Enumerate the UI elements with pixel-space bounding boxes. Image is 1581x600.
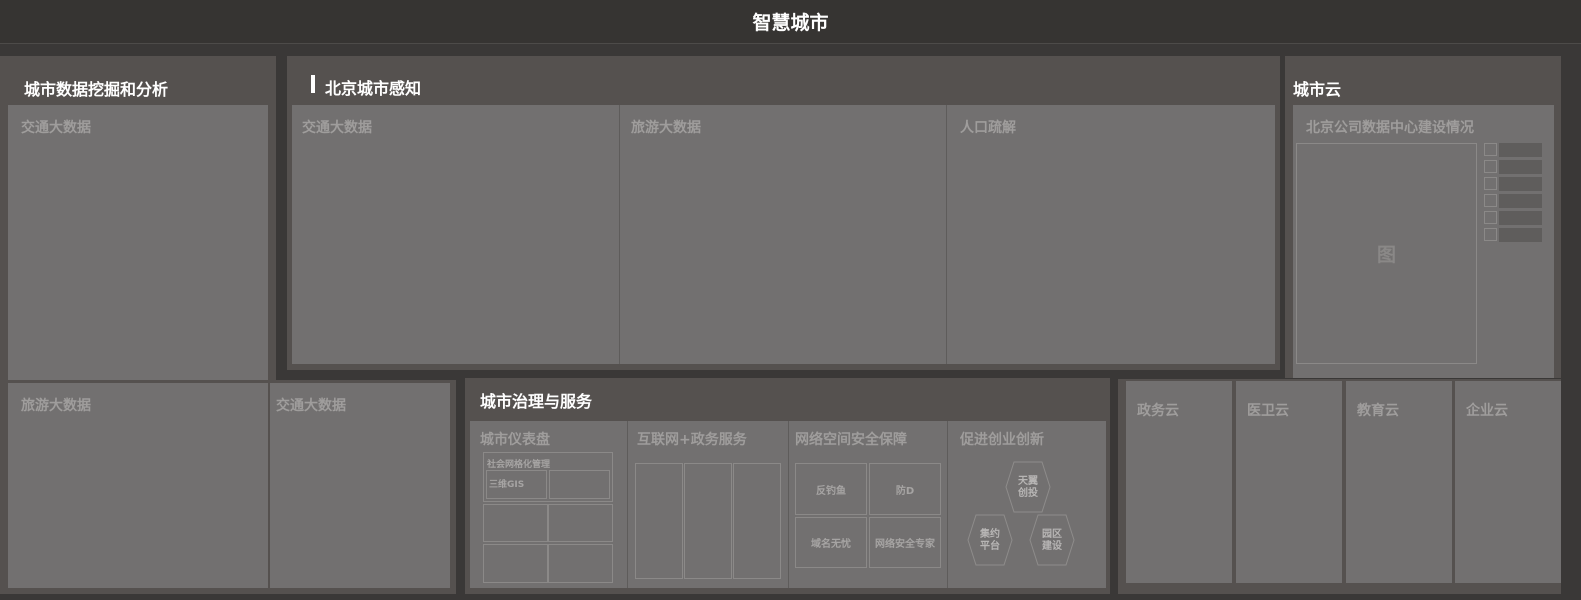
- legend-bar: [1499, 143, 1542, 157]
- governance-panel: 城市治理与服务 城市仪表盘 社会网格化管理 三维GIS 互联网+政务服务 网络空…: [465, 378, 1110, 594]
- medical-cloud-card[interactable]: 医卫云: [1236, 381, 1342, 583]
- beijing-perception-title: 北京城市感知: [325, 79, 422, 98]
- cyber-security-title[interactable]: 网络空间安全保障: [795, 429, 907, 449]
- security-expert-label: 网络安全专家: [875, 539, 935, 550]
- grid-management-box[interactable]: 社会网格化管理 三维GIS: [483, 452, 613, 502]
- hex-yuanqu-line1: 园区: [1042, 528, 1062, 540]
- anti-ddos-label: 防D: [895, 485, 915, 497]
- legend-item[interactable]: [1484, 211, 1546, 225]
- tourism-data-card[interactable]: 旅游大数据: [8, 383, 268, 588]
- dashboard-grid-cell[interactable]: [548, 504, 613, 542]
- legend-swatch: [1484, 211, 1497, 224]
- divider: [788, 421, 789, 588]
- title-accent-bar: [311, 75, 315, 93]
- traffic-data-card[interactable]: 交通大数据: [8, 105, 268, 380]
- divider: [627, 421, 628, 588]
- tourism-data-title: 旅游大数据: [21, 398, 91, 414]
- anti-phishing-cell[interactable]: 反钓鱼: [795, 463, 867, 515]
- traffic-data-title: 交通大数据: [21, 120, 91, 136]
- legend-item[interactable]: [1484, 160, 1546, 174]
- legend-item[interactable]: [1484, 228, 1546, 242]
- gov-cloud-title: 政务云: [1137, 403, 1179, 419]
- datacenter-title: 北京公司数据中心建设情况: [1306, 120, 1474, 136]
- enterprise-cloud-card[interactable]: 企业云: [1455, 381, 1561, 583]
- internet-service-column[interactable]: [684, 463, 732, 579]
- hex-tianyi-line2: 创投: [1017, 486, 1038, 499]
- divider: [946, 105, 947, 364]
- data-mining-title: 城市数据挖掘和分析: [24, 80, 169, 99]
- divider: [619, 105, 620, 364]
- enterprise-cloud-title: 企业云: [1466, 403, 1508, 419]
- datacenter-chart[interactable]: 图: [1296, 143, 1477, 364]
- hex-jiyue-line1: 集约: [979, 527, 1000, 540]
- chart-placeholder: 图: [1376, 244, 1396, 266]
- city-cloud-panel: 城市云 北京公司数据中心建设情况 图: [1285, 56, 1561, 378]
- dashboard-title[interactable]: 城市仪表盘: [480, 429, 550, 449]
- grid-management-label: 社会网格化管理: [487, 460, 551, 470]
- legend-swatch: [1484, 228, 1497, 241]
- legend-swatch: [1484, 160, 1497, 173]
- governance-body: 城市仪表盘 社会网格化管理 三维GIS 互联网+政务服务 网络空间安全保障 反钓…: [470, 421, 1106, 588]
- innovation-title[interactable]: 促进创业创新: [960, 429, 1044, 449]
- datacenter-legend: [1484, 143, 1546, 245]
- domain-worry-free-cell[interactable]: 域名无忧: [795, 517, 867, 568]
- gis-label: 三维GIS: [489, 480, 525, 490]
- anti-phishing-label: 反钓鱼: [816, 485, 846, 497]
- divider: [947, 421, 948, 588]
- legend-swatch: [1484, 194, 1497, 207]
- beijing-perception-body: 交通大数据 旅游大数据 人口疏解: [292, 105, 1275, 364]
- legend-item[interactable]: [1484, 194, 1546, 208]
- legend-swatch: [1484, 143, 1497, 156]
- beijing-col-tourism[interactable]: 旅游大数据: [631, 117, 701, 137]
- traffic-data-title-2: 交通大数据: [276, 398, 346, 414]
- hex-tianyi-line1: 天翼: [1018, 475, 1038, 487]
- legend-bar: [1499, 211, 1542, 225]
- page-title: 智慧城市: [752, 12, 829, 34]
- data-mining-lower-panel: 旅游大数据 交通大数据: [0, 380, 456, 594]
- dashboard-grid-cell[interactable]: [549, 470, 610, 499]
- internet-service-title[interactable]: 互联网+政务服务: [637, 429, 747, 449]
- gov-cloud-card[interactable]: 政务云: [1126, 381, 1232, 583]
- legend-bar: [1499, 194, 1542, 208]
- anti-ddos-cell[interactable]: 防D: [869, 463, 941, 515]
- legend-item[interactable]: [1484, 143, 1546, 157]
- beijing-col-population[interactable]: 人口疏解: [960, 117, 1016, 137]
- dashboard-grid-cell[interactable]: [483, 504, 548, 542]
- dashboard-grid-cell[interactable]: [483, 544, 548, 583]
- governance-title: 城市治理与服务: [480, 392, 593, 411]
- innovation-hex-diagram: 天翼 创投 集约 平台 园区 建设: [967, 461, 1075, 566]
- hex-yuanqu-line2: 建设: [1041, 539, 1062, 552]
- data-mining-panel: 城市数据挖掘和分析 交通大数据: [0, 56, 276, 380]
- medical-cloud-title: 医卫云: [1247, 403, 1289, 419]
- beijing-col-traffic[interactable]: 交通大数据: [302, 117, 372, 137]
- education-cloud-title: 教育云: [1357, 403, 1399, 419]
- legend-bar: [1499, 160, 1542, 174]
- gis-cell[interactable]: 三维GIS: [486, 470, 547, 499]
- traffic-data-card-2[interactable]: 交通大数据: [270, 383, 450, 588]
- internet-service-column[interactable]: [733, 463, 781, 579]
- education-cloud-card[interactable]: 教育云: [1346, 381, 1452, 583]
- cloud-types-panel: 政务云 医卫云 教育云 企业云: [1118, 379, 1561, 594]
- domain-worry-free-label: 域名无忧: [811, 539, 851, 550]
- legend-bar: [1499, 177, 1542, 191]
- legend-item[interactable]: [1484, 177, 1546, 191]
- app-header: 智慧城市: [0, 0, 1581, 44]
- beijing-perception-panel: 北京城市感知 交通大数据 旅游大数据 人口疏解: [287, 56, 1280, 370]
- internet-service-column[interactable]: [635, 463, 683, 579]
- hex-jiyue[interactable]: 集约 平台: [967, 514, 1013, 566]
- legend-swatch: [1484, 177, 1497, 190]
- security-expert-cell[interactable]: 网络安全专家: [869, 517, 941, 568]
- hex-tianyi[interactable]: 天翼 创投: [1005, 461, 1051, 513]
- legend-bar: [1499, 228, 1542, 242]
- hex-jiyue-line2: 平台: [980, 539, 1000, 552]
- datacenter-card: 北京公司数据中心建设情况 图: [1293, 105, 1554, 378]
- dashboard-grid-cell[interactable]: [548, 544, 613, 583]
- city-cloud-title: 城市云: [1293, 80, 1342, 99]
- hex-yuanqu[interactable]: 园区 建设: [1029, 514, 1075, 566]
